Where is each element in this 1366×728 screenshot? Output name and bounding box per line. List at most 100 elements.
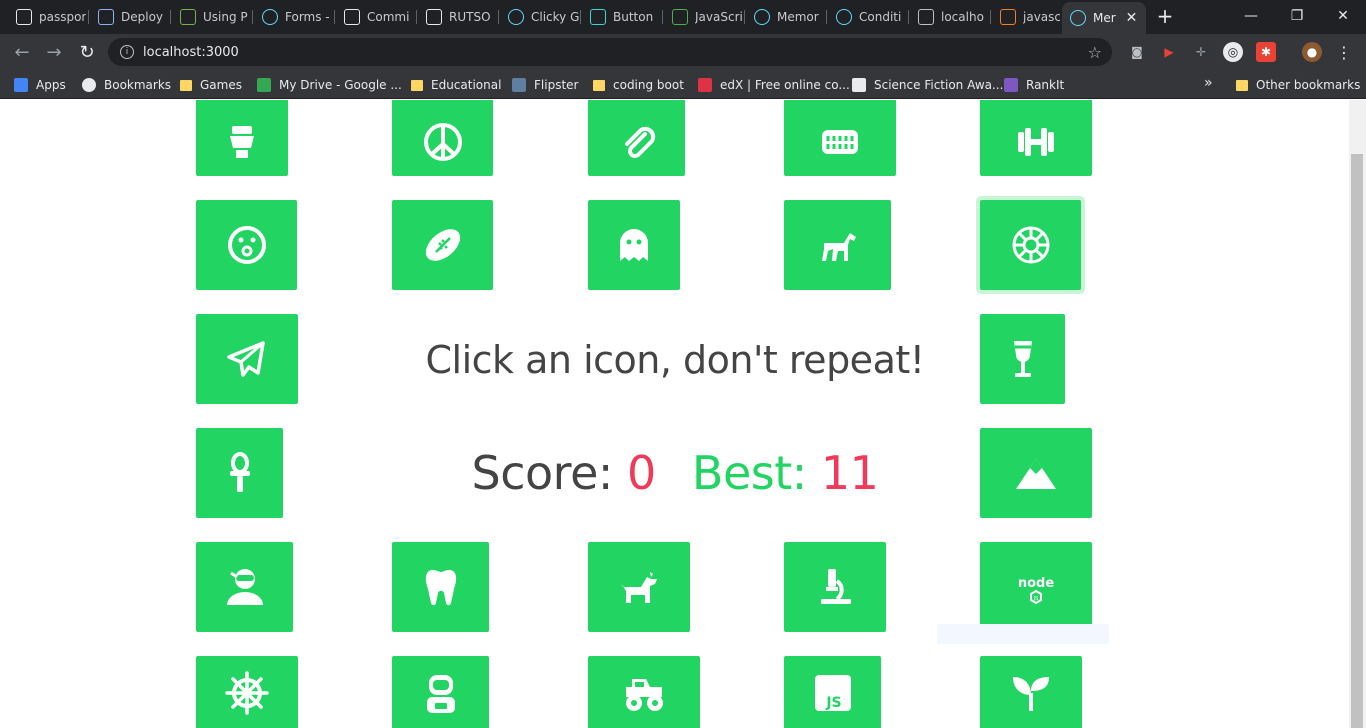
icon-card[interactable]: [980, 100, 1092, 176]
drive-icon: [257, 78, 271, 92]
other-bookmarks-button[interactable]: Other bookmarks: [1236, 76, 1360, 94]
extension-icon[interactable]: ✱: [1256, 42, 1276, 62]
react-icon: [754, 9, 770, 25]
reload-button[interactable]: ↻: [75, 40, 99, 64]
browser-tab[interactable]: Forms -: [254, 4, 334, 30]
browser-tab[interactable]: passpor: [8, 4, 88, 30]
edx-icon: [698, 78, 712, 92]
react-devtools-extension-icon[interactable]: ◎: [1223, 42, 1243, 62]
browser-tab[interactable]: Clicky G: [500, 4, 580, 30]
browser-tab[interactable]: RUTSO: [418, 4, 498, 30]
back-button[interactable]: ←: [10, 40, 34, 64]
icon-card[interactable]: [196, 542, 293, 632]
bookmark-item[interactable]: Flipster: [512, 76, 578, 94]
tab-title: localho: [941, 10, 984, 24]
icon-card[interactable]: node JS: [980, 542, 1092, 632]
peace-icon: [423, 123, 462, 161]
tab-close-icon[interactable]: ✕: [1126, 10, 1138, 26]
icon-card[interactable]: [784, 100, 896, 176]
bookmark-label: Apps: [36, 78, 66, 92]
bookmark-item[interactable]: RankIt: [1004, 76, 1064, 94]
bookmark-label: RankIt: [1026, 78, 1065, 92]
react-icon: [262, 9, 278, 25]
icon-card[interactable]: [196, 100, 288, 176]
bookmark-item[interactable]: coding boot: [593, 76, 684, 94]
react-icon: [508, 9, 524, 25]
tab-title: Deploy: [121, 10, 164, 24]
minimize-button[interactable]: —: [1228, 0, 1274, 32]
tab-title: Conditi: [859, 10, 902, 24]
bookmark-label: Educational: [431, 78, 502, 92]
site-info-icon[interactable]: i: [120, 45, 134, 59]
faint-overlay: [937, 624, 1109, 644]
icon-card[interactable]: JS: [784, 656, 881, 728]
browser-tab[interactable]: JavaScri: [664, 4, 744, 30]
icon-card[interactable]: [392, 100, 493, 176]
menu-kebab-icon[interactable]: ⋮: [1334, 42, 1354, 62]
browser-tab[interactable]: Commi: [336, 4, 416, 30]
browser-tab[interactable]: localho: [910, 4, 990, 30]
dumbbell-icon: [1018, 128, 1054, 156]
ruler-extension-icon[interactable]: ✛: [1191, 42, 1211, 62]
bookmark-label: coding boot: [613, 78, 684, 92]
page-icon: [852, 78, 866, 92]
tab-title: Using P: [203, 10, 248, 24]
icon-card[interactable]: [196, 200, 297, 290]
star-icon: [82, 78, 96, 92]
window-close-button[interactable]: ✕: [1320, 0, 1366, 32]
icon-card[interactable]: [588, 656, 700, 728]
page-icon: [918, 9, 934, 25]
profile-avatar[interactable]: ●: [1302, 42, 1322, 62]
icon-card[interactable]: [392, 200, 493, 290]
bookmark-label: My Drive - Google ...: [279, 78, 402, 92]
bookmark-item[interactable]: My Drive - Google ...: [257, 76, 402, 94]
tab-separator: [990, 10, 991, 24]
icon-card[interactable]: [392, 656, 489, 728]
icon-card[interactable]: [588, 100, 685, 176]
icon-card[interactable]: [784, 542, 886, 632]
leaf-icon: [180, 9, 196, 25]
browser-tab[interactable]: Memor: [746, 4, 826, 30]
svg-text:node: node: [1018, 576, 1054, 591]
icon-card[interactable]: [588, 200, 680, 290]
forward-button[interactable]: →: [42, 40, 66, 64]
github-icon: [426, 9, 442, 25]
scrollbar-thumb[interactable]: [1351, 154, 1363, 728]
icon-card[interactable]: [588, 542, 690, 632]
bookmarks-overflow-button[interactable]: »: [1204, 74, 1213, 92]
browser-tab[interactable]: Deploy: [90, 4, 170, 30]
bookmark-item[interactable]: edX | Free online co...: [698, 76, 850, 94]
address-bar[interactable]: i localhost:3000 ☆: [108, 38, 1112, 66]
browser-tab[interactable]: Mer ✕: [1062, 2, 1146, 34]
icon-card[interactable]: [196, 656, 298, 728]
folder-icon: [593, 79, 605, 91]
bookmark-item[interactable]: Bookmarks: [82, 76, 171, 94]
icon-card[interactable]: [980, 200, 1081, 290]
icon-card[interactable]: [196, 314, 298, 404]
icon-card[interactable]: [784, 200, 891, 290]
screencast-extension-icon[interactable]: ▶: [1159, 42, 1179, 62]
icon-card[interactable]: [392, 542, 489, 632]
surprise-face-icon: [227, 226, 266, 264]
bookmark-item[interactable]: Apps: [14, 76, 66, 94]
icon-card[interactable]: [980, 656, 1082, 728]
js-square-icon: JS: [814, 675, 851, 711]
tab-separator: [744, 10, 745, 24]
browser-tab[interactable]: Conditi: [828, 4, 908, 30]
browser-tab[interactable]: Using P: [172, 4, 252, 30]
bookmark-item[interactable]: Educational: [411, 76, 501, 94]
maximize-button[interactable]: ❐: [1274, 0, 1320, 32]
pocket-extension-icon[interactable]: ◙: [1127, 42, 1147, 62]
page-scrollbar[interactable]: [1349, 100, 1366, 728]
bookmark-label: Flipster: [534, 78, 579, 92]
bookmark-item[interactable]: Games: [180, 76, 242, 94]
icon-card[interactable]: [196, 428, 283, 518]
browser-tab[interactable]: javascri: [992, 4, 1060, 30]
new-tab-button[interactable]: +: [1155, 4, 1175, 28]
bookmark-star-icon[interactable]: ☆: [1088, 43, 1102, 62]
football-icon: [425, 229, 460, 261]
browser-tab[interactable]: Button: [582, 4, 662, 30]
bookmark-item[interactable]: Science Fiction Awa...: [852, 76, 1003, 94]
tab-separator: [416, 10, 417, 24]
svg-text:JS: JS: [825, 695, 841, 711]
